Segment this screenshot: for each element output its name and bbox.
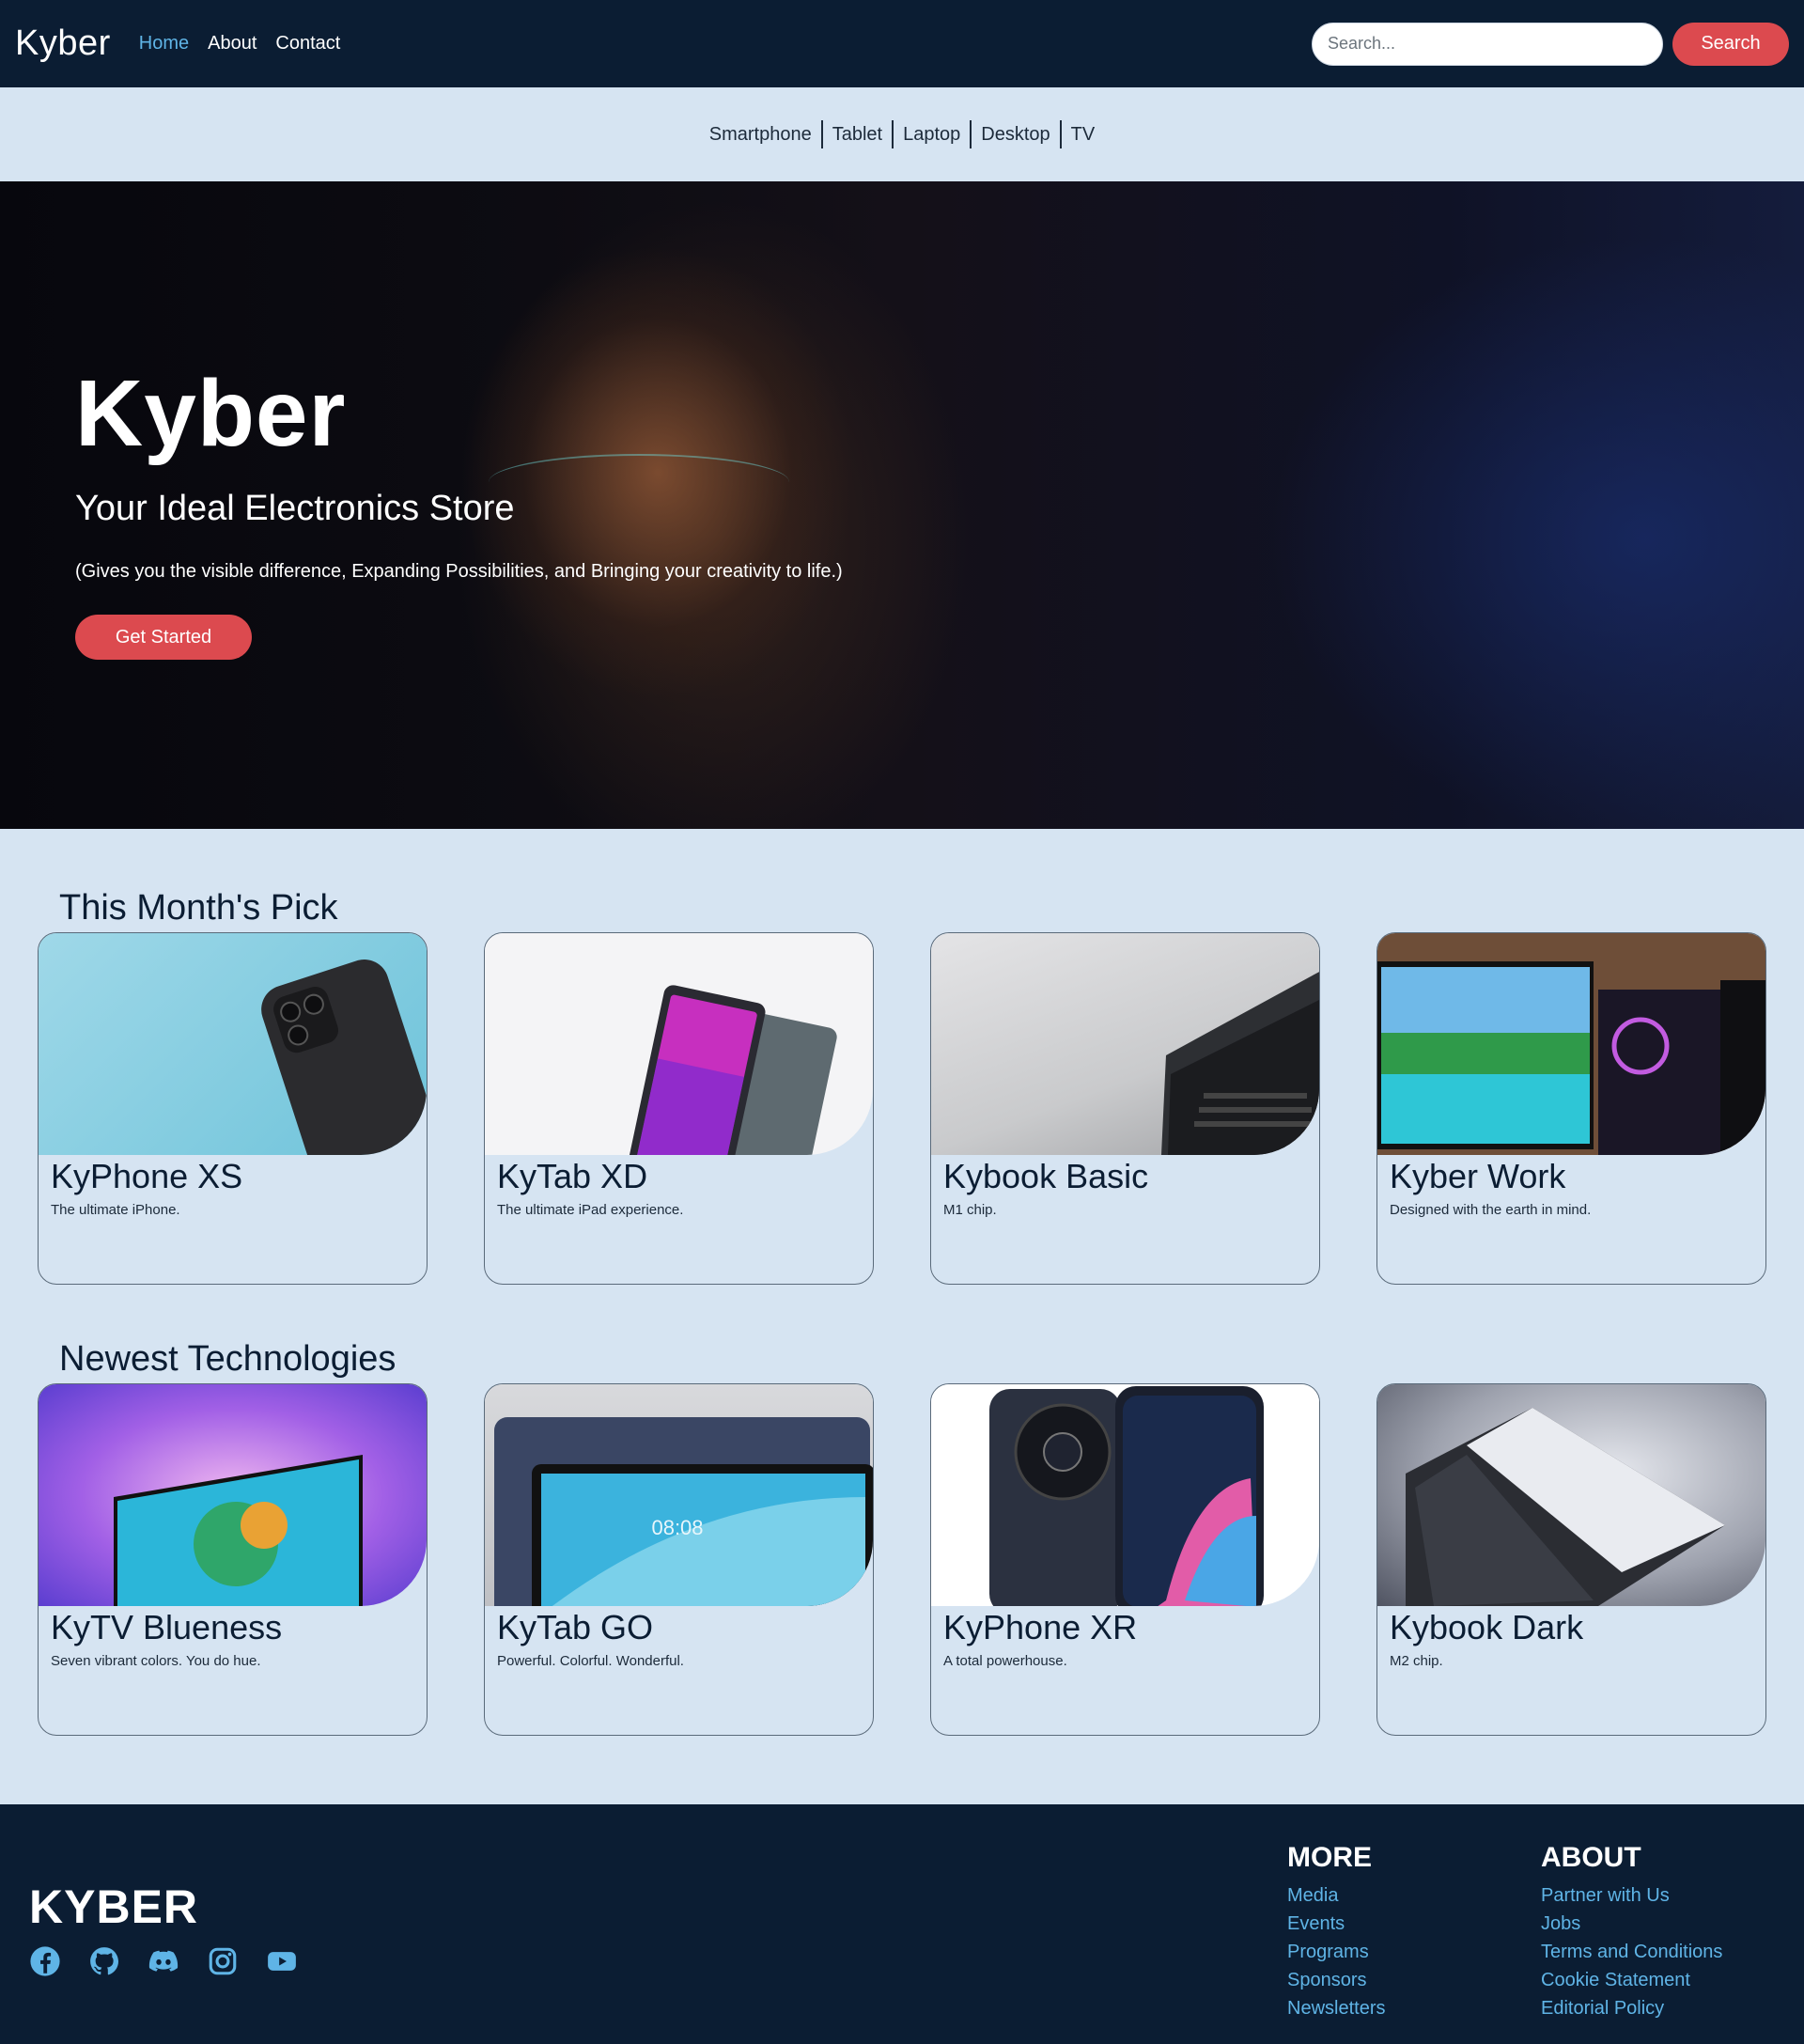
product-card-kybook-basic[interactable]: Kybook Basic M1 chip. [930,932,1320,1285]
footer-brand: KYBER [29,1880,199,1933]
hero-title: Kyber [75,361,347,466]
card-title: Kybook Dark [1390,1608,1584,1646]
card-title: KyPhone XS [51,1157,243,1195]
card-title: Kyber Work [1390,1157,1566,1195]
category-bar: Smartphone Tablet Laptop Desktop TV [0,87,1804,181]
search-input[interactable] [1312,22,1663,66]
card-description: The ultimate iPhone. [51,1202,180,1218]
card-description: Powerful. Colorful. Wonderful. [497,1653,684,1669]
footer-link-terms[interactable]: Terms and Conditions [1541,1938,1722,1966]
product-card-kybook-dark[interactable]: Kybook Dark M2 chip. [1376,1383,1766,1736]
footer-column-title: MORE [1287,1842,1372,1873]
footer-link-editorial[interactable]: Editorial Policy [1541,1994,1722,2022]
card-title: KyTV Blueness [51,1608,283,1646]
product-image-laptop [931,933,1319,1155]
card-row: KyTV Blueness Seven vibrant colors. You … [38,1383,1804,1736]
product-image-tablet [485,933,873,1155]
category-desktop[interactable]: Desktop [970,120,1059,148]
facebook-icon[interactable] [29,1945,61,1977]
hero-content: Kyber Your Ideal Electronics Store (Give… [75,360,843,660]
brand-logo[interactable]: Kyber [15,23,111,64]
card-title: Kybook Basic [943,1157,1149,1195]
footer: KYBER MORE Media Events Programs Sponsor… [0,1804,1804,2044]
get-started-button[interactable]: Get Started [75,615,252,660]
footer-about-column: ABOUT Partner with Us Jobs Terms and Con… [1541,1842,1722,2022]
section-title: Newest Technologies [59,1339,397,1379]
github-icon[interactable] [88,1945,120,1977]
product-card-kytab-xd[interactable]: KyTab XD The ultimate iPad experience. [484,932,874,1285]
product-image-tv [39,1384,427,1606]
svg-text:08:08: 08:08 [651,1516,703,1539]
section-title: This Month's Pick [59,888,338,928]
card-row: KyPhone XS The ultimate iPhone. KyTab XD… [38,932,1804,1285]
instagram-icon[interactable] [207,1945,239,1977]
card-title: KyPhone XR [943,1608,1138,1646]
nav-link-contact[interactable]: Contact [275,33,340,55]
discord-icon[interactable] [148,1945,179,1977]
product-card-kyphone-xs[interactable]: KyPhone XS The ultimate iPhone. [38,932,428,1285]
product-card-kyphone-xr[interactable]: KyPhone XR A total powerhouse. [930,1383,1320,1736]
footer-link-events[interactable]: Events [1287,1910,1385,1938]
product-image-desktop [1377,933,1765,1155]
card-title: KyTab GO [497,1608,654,1646]
monthly-pick-section: This Month's Pick KyPhone XS The ultimat… [0,888,1804,1285]
nav-link-home[interactable]: Home [139,33,189,55]
card-title: KyTab XD [497,1157,648,1195]
card-description: A total powerhouse. [943,1653,1067,1669]
hero-subtitle: Your Ideal Electronics Store [75,489,515,528]
search-button[interactable]: Search [1672,22,1789,66]
footer-link-newsletters[interactable]: Newsletters [1287,1994,1385,2022]
newest-technologies-section: Newest Technologies KyTV Blueness Seven … [0,1339,1804,1736]
category-tv[interactable]: TV [1059,120,1105,148]
product-image-phone [931,1384,1319,1606]
card-description: The ultimate iPad experience. [497,1202,684,1218]
footer-link-media[interactable]: Media [1287,1881,1385,1910]
card-description: Designed with the earth in mind. [1390,1202,1592,1218]
product-card-kyber-work[interactable]: Kyber Work Designed with the earth in mi… [1376,932,1766,1285]
hero-banner: Kyber Your Ideal Electronics Store (Give… [0,181,1804,829]
card-description: M1 chip. [943,1202,997,1218]
social-links [29,1945,298,1977]
nav-link-about[interactable]: About [208,33,257,55]
product-image-phone [39,933,427,1155]
hero-description: (Gives you the visible difference, Expan… [75,561,843,582]
youtube-icon[interactable] [266,1945,298,1977]
footer-link-jobs[interactable]: Jobs [1541,1910,1722,1938]
product-card-kytab-go[interactable]: 08:08 KyTab GO Powerful. Colorful. Wonde… [484,1383,874,1736]
product-image-laptop [1377,1384,1765,1606]
card-description: M2 chip. [1390,1653,1443,1669]
card-description: Seven vibrant colors. You do hue. [51,1653,261,1669]
footer-more-column: MORE Media Events Programs Sponsors News… [1287,1842,1385,2022]
footer-link-cookie[interactable]: Cookie Statement [1541,1966,1722,1994]
navbar: Kyber Home About Contact Search [0,0,1804,87]
category-smartphone[interactable]: Smartphone [700,120,821,148]
footer-link-partner[interactable]: Partner with Us [1541,1881,1722,1910]
product-image-tablet: 08:08 [485,1384,873,1606]
category-tablet[interactable]: Tablet [820,120,892,148]
category-laptop[interactable]: Laptop [892,120,970,148]
footer-link-sponsors[interactable]: Sponsors [1287,1966,1385,1994]
footer-link-programs[interactable]: Programs [1287,1938,1385,1966]
product-card-kytv-blueness[interactable]: KyTV Blueness Seven vibrant colors. You … [38,1383,428,1736]
footer-column-title: ABOUT [1541,1842,1641,1873]
